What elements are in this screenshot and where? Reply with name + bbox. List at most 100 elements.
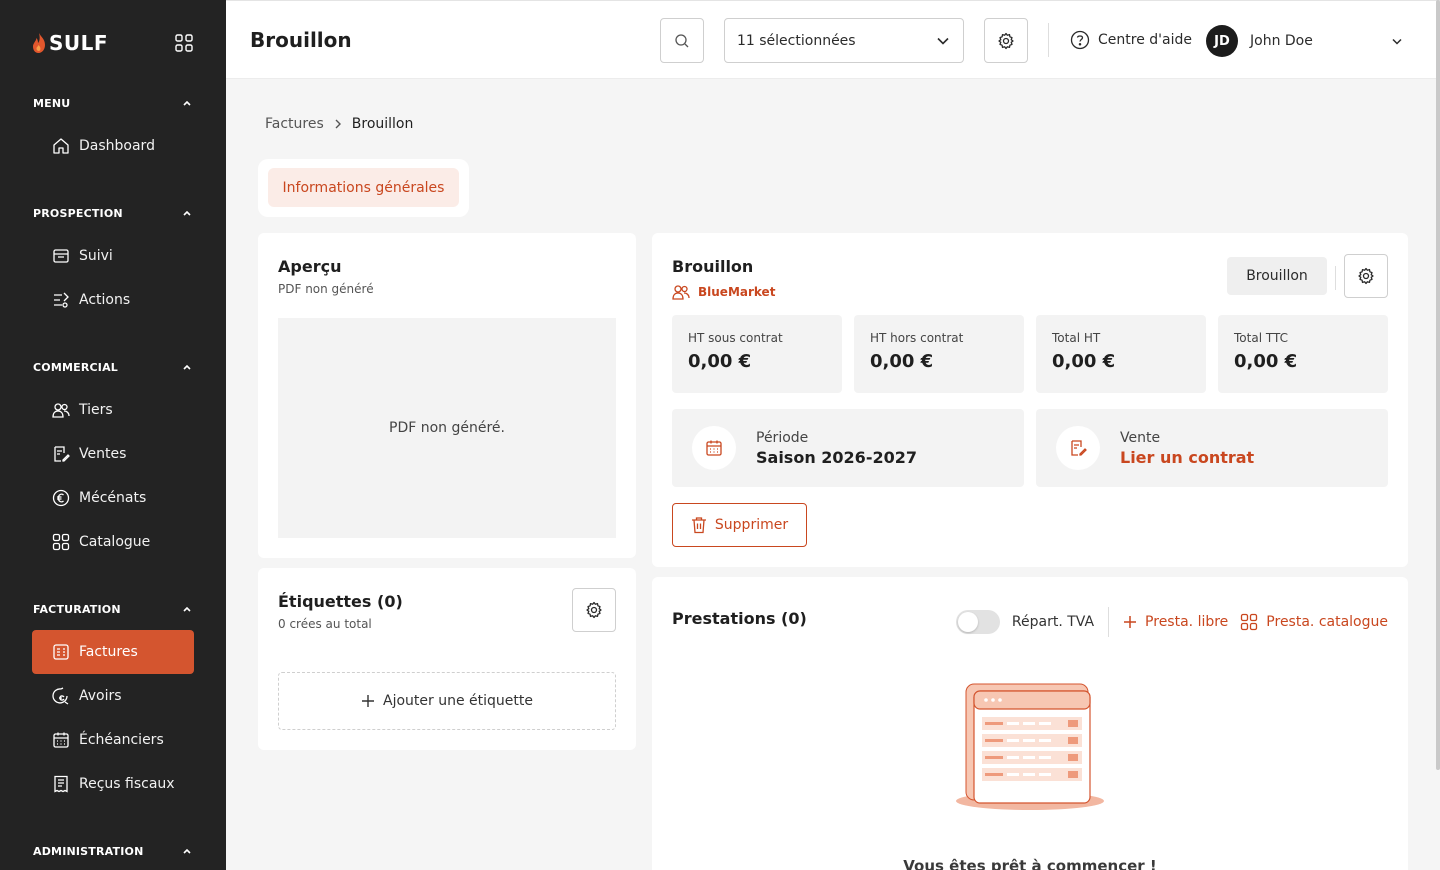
labels-settings-button[interactable] — [572, 588, 616, 632]
sidebar-item-recus-fiscaux[interactable]: Reçus fiscaux — [32, 762, 194, 806]
section-title: COMMERCIAL — [33, 360, 118, 374]
delete-button[interactable]: Supprimer — [672, 503, 807, 547]
scrollbar[interactable] — [1436, 0, 1440, 770]
help-center-link[interactable]: Centre d'aide — [1070, 30, 1192, 50]
period-label: Période — [756, 429, 809, 446]
search-button[interactable] — [660, 18, 704, 63]
total-label: HT sous contrat — [688, 331, 783, 345]
labels-subtitle: 0 crées au total — [278, 617, 372, 631]
draft-settings-button[interactable] — [1344, 254, 1388, 298]
sidebar-item-label: Catalogue — [79, 534, 151, 550]
sidebar-item-label: Suivi — [79, 248, 113, 264]
sidebar: SULF MENU Dashboard PROSPECTION Suivi Ac… — [0, 0, 226, 870]
user-name: John Doe — [1250, 33, 1313, 49]
logo-row: SULF — [0, 0, 226, 86]
plus-icon — [362, 695, 374, 707]
empty-state-text: Vous êtes prêt à commencer ! — [903, 857, 1157, 870]
euro-icon — [52, 489, 70, 507]
preview-title: Aperçu — [278, 257, 342, 276]
total-value: 0,00 € — [1234, 351, 1298, 372]
pdf-placeholder-text: PDF non généré. — [389, 420, 505, 436]
catalog-presta-label: Presta. catalogue — [1266, 614, 1388, 630]
user-menu[interactable]: JD John Doe — [1206, 25, 1402, 57]
add-catalog-presta-button[interactable]: Presta. catalogue — [1240, 613, 1388, 631]
contract-icon — [1056, 426, 1100, 470]
chevron-up-icon — [183, 606, 191, 612]
labels-card: Étiquettes (0) 0 crées au total Ajouter … — [258, 568, 636, 750]
link-contract-link[interactable]: Lier un contrat — [1120, 448, 1254, 467]
chevron-up-icon — [183, 364, 191, 370]
add-free-presta-button[interactable]: Presta. libre — [1123, 614, 1228, 630]
invoice-icon — [53, 644, 69, 660]
gear-icon — [1358, 267, 1374, 285]
brand-name: SULF — [49, 31, 109, 55]
sidebar-item-ventes[interactable]: Ventes — [32, 432, 194, 476]
add-label-button[interactable]: Ajouter une étiquette — [278, 672, 616, 730]
users-icon — [52, 403, 70, 418]
apps-grid-icon[interactable] — [174, 33, 194, 53]
users-icon — [672, 285, 690, 300]
total-label: HT hors contrat — [870, 331, 964, 345]
sidebar-item-factures[interactable]: Factures — [32, 630, 194, 674]
logo[interactable]: SULF — [32, 31, 108, 55]
sidebar-item-echeanciers[interactable]: Échéanciers — [32, 718, 194, 762]
sidebar-item-suivi[interactable]: Suivi — [32, 234, 194, 278]
tab-informations-generales[interactable]: Informations générales — [268, 168, 459, 207]
selection-dropdown[interactable]: 11 sélectionnées — [724, 18, 964, 63]
home-icon — [53, 138, 69, 154]
calendar-icon — [53, 732, 69, 748]
page-title: Brouillon — [250, 28, 352, 52]
total-ht-sous-contrat: HT sous contrat 0,00 € — [672, 315, 842, 393]
breadcrumb: Factures Brouillon — [265, 116, 413, 132]
chevron-down-icon — [1392, 38, 1402, 45]
draft-divider — [1335, 266, 1336, 290]
gear-icon — [586, 601, 602, 619]
section-facturation[interactable]: FACTURATION — [0, 592, 226, 626]
vat-toggle-label: Répart. TVA — [1011, 614, 1095, 630]
empty-state-illustration — [956, 683, 1104, 810]
refund-icon — [52, 687, 69, 705]
sidebar-item-mecenats[interactable]: Mécénats — [32, 476, 194, 520]
sidebar-item-label: Avoirs — [79, 688, 122, 704]
sale-box: Vente Lier un contrat — [1036, 409, 1388, 487]
sidebar-item-avoirs[interactable]: Avoirs — [32, 674, 194, 718]
total-value: 0,00 € — [870, 351, 934, 372]
breadcrumb-current: Brouillon — [351, 116, 414, 132]
trash-icon — [691, 517, 706, 534]
sidebar-item-catalogue[interactable]: Catalogue — [32, 520, 194, 564]
search-icon — [675, 33, 689, 47]
settings-button[interactable] — [984, 18, 1028, 63]
status-button[interactable]: Brouillon — [1227, 257, 1327, 295]
section-title: FACTURATION — [33, 602, 121, 616]
tab-bar: Informations générales — [258, 159, 469, 217]
receipt-icon — [54, 775, 68, 793]
calendar-icon — [692, 426, 736, 470]
client-name: BlueMarket — [698, 285, 776, 299]
sidebar-item-label: Factures — [79, 644, 138, 660]
avatar: JD — [1206, 25, 1238, 57]
preview-card: Aperçu PDF non généré PDF non généré. — [258, 233, 636, 558]
delete-label: Supprimer — [714, 517, 789, 533]
sidebar-item-label: Ventes — [79, 446, 127, 462]
vat-toggle[interactable] — [955, 610, 1000, 634]
section-commercial[interactable]: COMMERCIAL — [0, 350, 226, 384]
add-label-text: Ajouter une étiquette — [383, 693, 533, 709]
breadcrumb-parent[interactable]: Factures — [265, 116, 324, 132]
sidebar-item-actions[interactable]: Actions — [32, 278, 194, 322]
sidebar-item-label: Actions — [79, 292, 131, 308]
sidebar-item-dashboard[interactable]: Dashboard — [32, 124, 194, 168]
draft-card: Brouillon BlueMarket Brouillon HT sous c… — [652, 233, 1408, 567]
gear-icon — [998, 32, 1014, 49]
section-prospection[interactable]: PROSPECTION — [0, 196, 226, 230]
sale-label: Vente — [1120, 429, 1161, 446]
total-label: Total TTC — [1234, 331, 1288, 345]
labels-title: Étiquettes (0) — [278, 592, 403, 611]
sidebar-item-label: Tiers — [79, 402, 113, 418]
sidebar-item-label: Mécénats — [79, 490, 147, 506]
section-menu[interactable]: MENU — [0, 86, 226, 120]
flame-icon — [33, 33, 45, 53]
free-presta-label: Presta. libre — [1145, 614, 1229, 630]
sidebar-item-tiers[interactable]: Tiers — [32, 388, 194, 432]
total-value: 0,00 € — [688, 351, 752, 372]
section-administration[interactable]: ADMINISTRATION — [0, 834, 226, 868]
